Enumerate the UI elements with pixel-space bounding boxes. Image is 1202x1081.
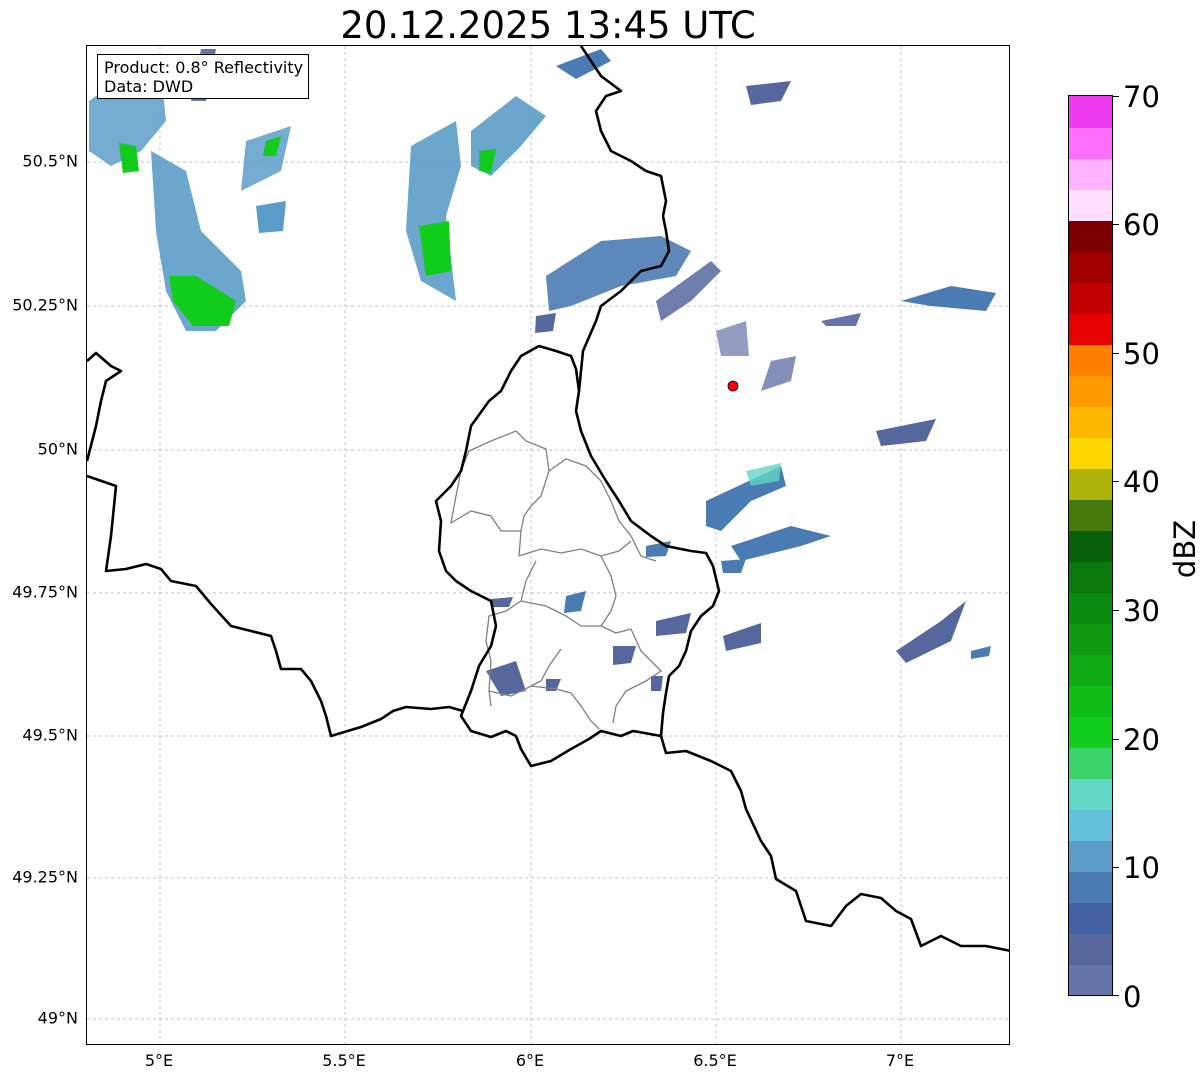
- colorbar-segment: [1069, 220, 1112, 252]
- colorbar-tick: [1113, 995, 1119, 996]
- radar-site-marker[interactable]: [727, 380, 739, 392]
- colorbar-unit-label: dBZ: [1168, 519, 1202, 579]
- colorbar-segment: [1069, 747, 1112, 779]
- colorbar-segment: [1069, 96, 1112, 128]
- radar-map[interactable]: [86, 45, 1010, 1045]
- colorbar-tick: [1113, 96, 1119, 97]
- colorbar-segment: [1069, 437, 1112, 469]
- colorbar-tick-label: 20: [1123, 723, 1160, 757]
- colorbar-segment: [1069, 406, 1112, 438]
- colorbar-segment: [1069, 375, 1112, 407]
- colorbar-segment: [1069, 313, 1112, 345]
- colorbar-tick: [1113, 481, 1119, 482]
- colorbar-segment: [1069, 189, 1112, 221]
- colorbar-segment: [1069, 158, 1112, 190]
- colorbar-segment: [1069, 499, 1112, 531]
- colorbar-segment: [1069, 654, 1112, 686]
- colorbar-segment: [1069, 623, 1112, 655]
- colorbar-tick-label: 0: [1123, 980, 1142, 1014]
- colorbar-segment: [1069, 902, 1112, 934]
- colorbar-segment: [1069, 344, 1112, 376]
- colorbar-tick: [1113, 353, 1119, 354]
- lat-label: 49°N: [37, 1008, 78, 1028]
- colorbar-segment: [1069, 592, 1112, 624]
- lat-label: 50°N: [37, 439, 78, 459]
- colorbar-segment: [1069, 468, 1112, 500]
- colorbar-segment: [1069, 716, 1112, 748]
- lon-label: 7°E: [885, 1051, 915, 1070]
- colorbar-segment: [1069, 933, 1112, 965]
- lat-label: 50.25°N: [12, 295, 78, 315]
- colorbar-segment: [1069, 561, 1112, 593]
- lat-label: 50.5°N: [22, 151, 78, 171]
- colorbar: [1068, 95, 1113, 996]
- colorbar-tick-label: 70: [1123, 80, 1160, 114]
- lat-label: 49.5°N: [22, 725, 78, 745]
- colorbar-segment: [1069, 530, 1112, 562]
- product-info-box: Product: 0.8° Reflectivity Data: DWD: [97, 54, 310, 99]
- map-canvas: [87, 46, 1009, 1044]
- colorbar-tick: [1113, 867, 1119, 868]
- lon-label: 6°E: [515, 1051, 545, 1070]
- colorbar-segment: [1069, 251, 1112, 283]
- colorbar-tick-label: 10: [1123, 851, 1160, 885]
- product-label: Product: 0.8° Reflectivity: [104, 58, 304, 77]
- lon-label: 5.5°E: [322, 1051, 366, 1070]
- radar-echoes: [89, 49, 996, 696]
- colorbar-tick-label: 50: [1123, 337, 1160, 371]
- colorbar-segment: [1069, 871, 1112, 903]
- colorbar-tick: [1113, 739, 1119, 740]
- map-title: 20.12.2025 13:45 UTC: [340, 4, 756, 47]
- colorbar-segment: [1069, 809, 1112, 841]
- colorbar-tick-label: 60: [1123, 208, 1160, 242]
- colorbar-tick: [1113, 610, 1119, 611]
- country-borders: [87, 46, 1009, 952]
- colorbar-segment: [1069, 964, 1112, 995]
- lon-label: 5°E: [144, 1051, 174, 1070]
- colorbar-segment: [1069, 685, 1112, 717]
- colorbar-tick-label: 30: [1123, 594, 1160, 628]
- colorbar-segment: [1069, 127, 1112, 159]
- lat-label: 49.25°N: [12, 867, 78, 887]
- colorbar-segment: [1069, 840, 1112, 872]
- colorbar-tick: [1113, 224, 1119, 225]
- colorbar-segment: [1069, 282, 1112, 314]
- lon-label: 6.5°E: [693, 1051, 737, 1070]
- lat-label: 49.75°N: [12, 582, 78, 602]
- colorbar-tick-label: 40: [1123, 465, 1160, 499]
- colorbar-segment: [1069, 778, 1112, 810]
- data-source-label: Data: DWD: [104, 77, 194, 96]
